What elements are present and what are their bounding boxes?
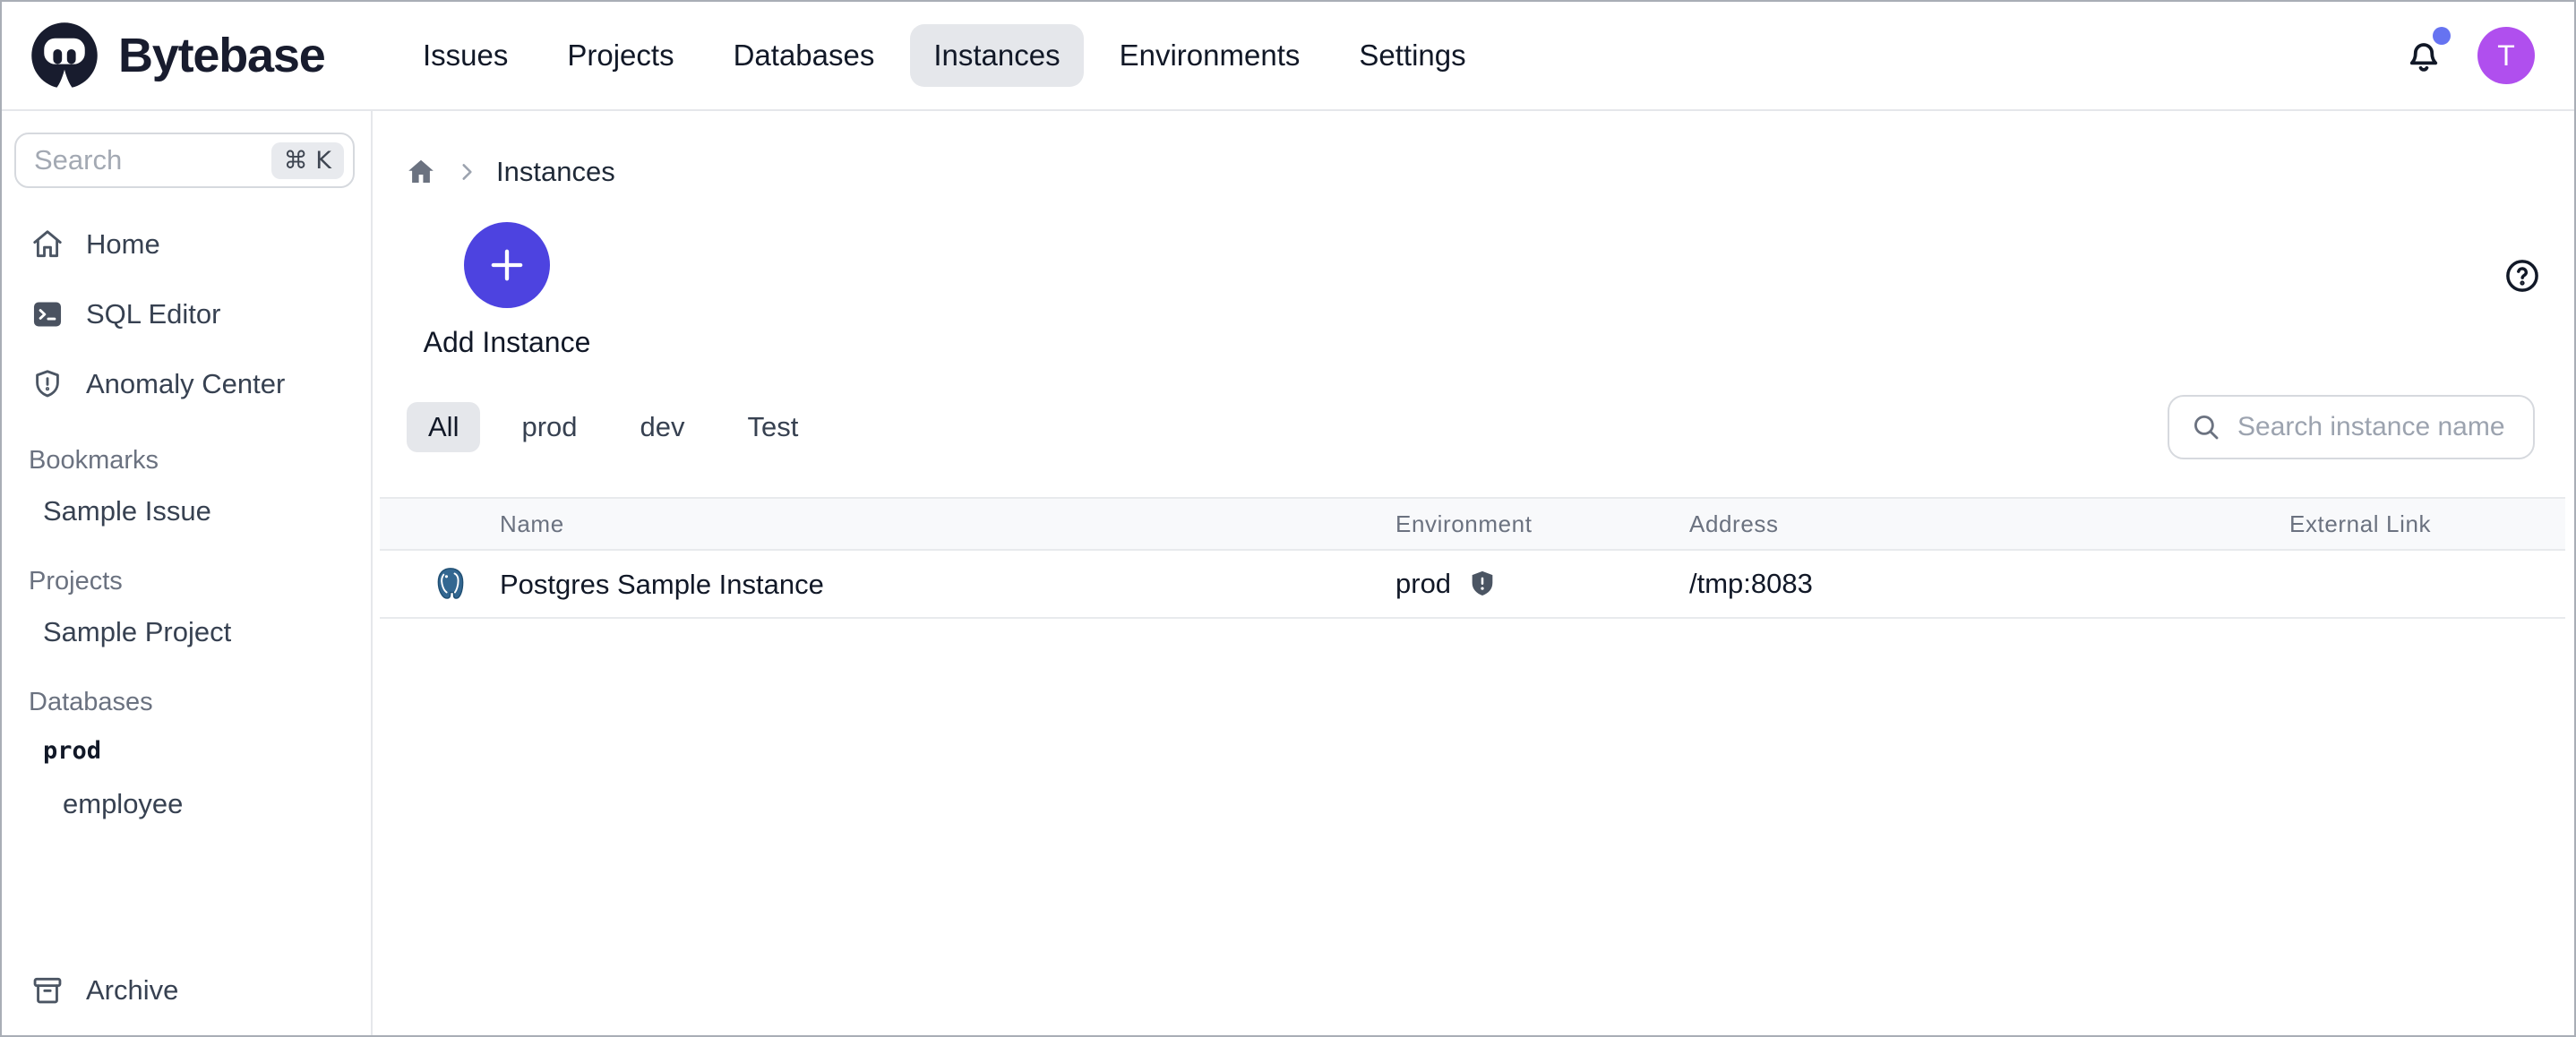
sidebar-item-label: Home: [86, 228, 160, 261]
main-content: Instances Add Instance: [373, 111, 2574, 1035]
column-header-address: Address: [1689, 498, 2289, 550]
sidebar-item-sample-project[interactable]: Sample Project: [2, 605, 371, 661]
add-instance-circle: [464, 222, 550, 308]
notification-bell-button[interactable]: [2402, 34, 2445, 77]
sidebar-item-sql-editor[interactable]: SQL Editor: [2, 279, 371, 349]
breadcrumb-home-icon[interactable]: [405, 156, 437, 188]
column-header-environment: Environment: [1395, 498, 1689, 550]
user-avatar[interactable]: T: [2477, 27, 2535, 84]
instance-row-postgres-sample[interactable]: Postgres Sample Instance prod: [380, 550, 2565, 618]
avatar-initial: T: [2497, 39, 2515, 73]
instance-search-input[interactable]: [2237, 412, 2512, 442]
instance-address-cell: /tmp:8083: [1689, 550, 2289, 618]
sidebar-section-projects: Projects: [2, 540, 371, 605]
chevron-right-icon: [455, 160, 478, 184]
bytebase-logo-icon: [27, 18, 102, 93]
sidebar-item-sample-issue[interactable]: Sample Issue: [2, 484, 371, 540]
sidebar-item-anomaly-center[interactable]: Anomaly Center: [2, 349, 371, 419]
instance-search: [2168, 395, 2535, 459]
plus-icon: [484, 242, 530, 288]
bytebase-logo[interactable]: Bytebase: [27, 18, 378, 93]
sidebar-item-label: SQL Editor: [86, 298, 220, 330]
archive-icon: [30, 973, 64, 1007]
notification-dot: [2433, 27, 2451, 45]
add-instance-label: Add Instance: [424, 326, 591, 359]
brand-name: Bytebase: [118, 28, 325, 83]
search-icon: [2191, 412, 2221, 442]
navbar-right: T: [2402, 27, 2535, 84]
main-nav: Issues Projects Databases Instances Envi…: [399, 24, 1490, 87]
sidebar-item-prod-db[interactable]: prod: [2, 726, 371, 777]
home-icon: [30, 227, 64, 261]
search-shortcut-badge: ⌘ K: [271, 142, 344, 179]
breadcrumb-current: Instances: [496, 156, 615, 188]
shield-alert-icon: [30, 367, 64, 401]
filter-row: All prod dev Test: [407, 395, 2535, 459]
sidebar-section-databases: Databases: [2, 661, 371, 726]
column-header-external-link: External Link: [2289, 498, 2565, 550]
help-button[interactable]: [2503, 256, 2542, 296]
table-header-row: Name Environment Address External Link: [380, 498, 2565, 550]
sidebar-item-home[interactable]: Home: [2, 210, 371, 279]
nav-item-instances[interactable]: Instances: [910, 24, 1083, 87]
tab-test[interactable]: Test: [726, 402, 820, 452]
protected-shield-icon: [1467, 569, 1498, 599]
column-header-name: Name: [380, 498, 1395, 550]
bytebase-app-window: Bytebase Issues Projects Databases Insta…: [0, 0, 2576, 1037]
sidebar-search-input[interactable]: [34, 144, 271, 176]
environment-tabs: All prod dev Test: [407, 402, 820, 452]
nav-item-environments[interactable]: Environments: [1096, 24, 1324, 87]
sidebar-item-label: Archive: [86, 974, 178, 1007]
top-navbar: Bytebase Issues Projects Databases Insta…: [2, 2, 2574, 111]
instances-table: Name Environment Address External Link: [380, 497, 2565, 619]
sidebar-item-label: Anomaly Center: [86, 368, 285, 400]
terminal-icon: [30, 297, 64, 331]
nav-item-settings[interactable]: Settings: [1335, 24, 1489, 87]
nav-item-databases[interactable]: Databases: [710, 24, 898, 87]
instance-external-link-cell: [2289, 550, 2565, 618]
instance-environment-cell: prod: [1395, 550, 1689, 618]
instance-name-cell: Postgres Sample Instance: [380, 550, 1395, 618]
tab-dev[interactable]: dev: [619, 402, 707, 452]
sidebar-section-bookmarks: Bookmarks: [2, 419, 371, 484]
app-body: ⌘ K Home: [2, 111, 2574, 1035]
breadcrumb: Instances: [373, 111, 2574, 188]
sidebar-item-employee-db[interactable]: employee: [2, 777, 371, 833]
sidebar-item-archive[interactable]: Archive: [2, 949, 371, 1032]
tab-prod[interactable]: prod: [500, 402, 598, 452]
nav-item-issues[interactable]: Issues: [399, 24, 531, 87]
sidebar: ⌘ K Home: [2, 111, 373, 1035]
add-instance-button[interactable]: Add Instance: [421, 222, 593, 359]
instance-name: Postgres Sample Instance: [500, 569, 824, 600]
sidebar-search: ⌘ K: [14, 133, 355, 188]
nav-item-projects[interactable]: Projects: [544, 24, 697, 87]
environment-name: prod: [1395, 568, 1451, 599]
tab-all[interactable]: All: [407, 402, 480, 452]
sidebar-spacer: [2, 833, 371, 949]
postgresql-icon: [432, 565, 469, 603]
